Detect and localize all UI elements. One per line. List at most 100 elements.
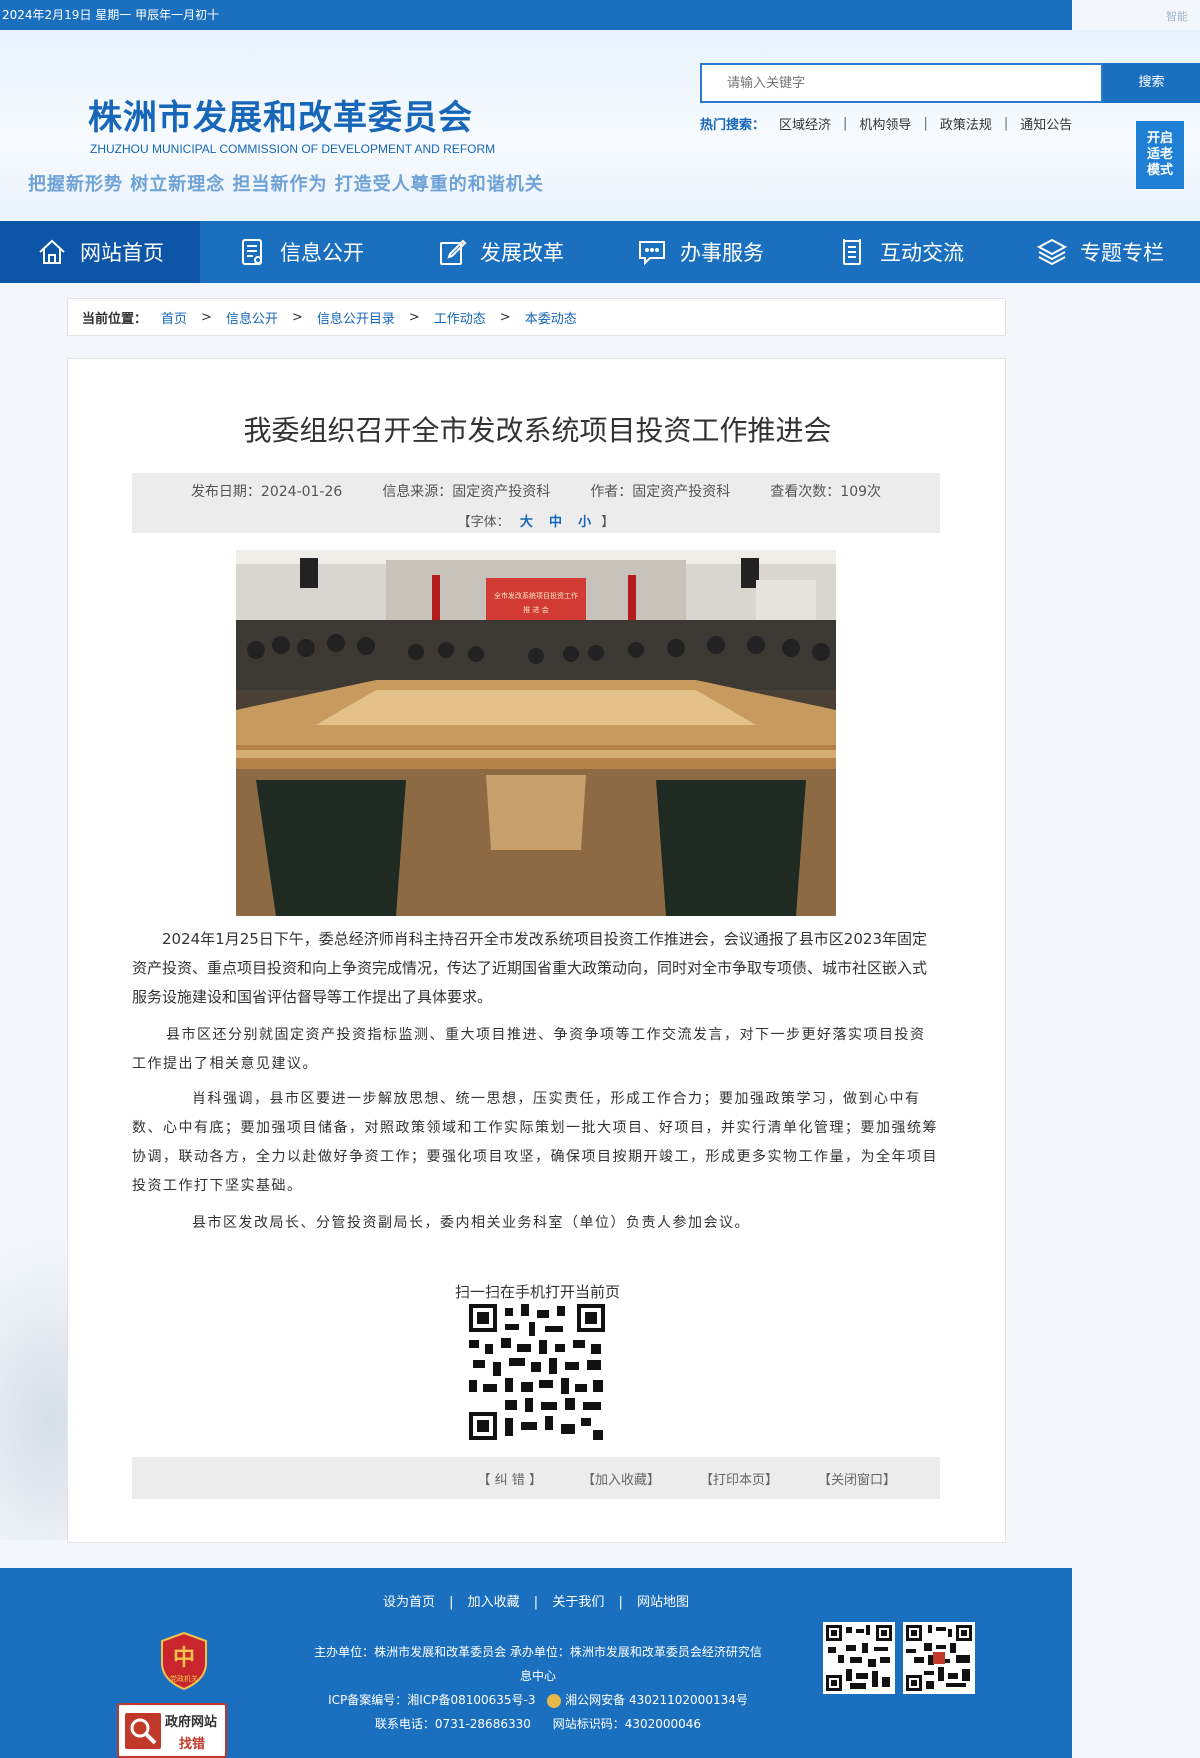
host-line: 主办单位：株洲市发展和改革委员会 承办单位：株洲市发展和改革委员会经济研究信息中… xyxy=(314,1645,762,1683)
font-size-small[interactable]: 小 xyxy=(578,515,591,530)
nav-label: 专题专栏 xyxy=(1080,241,1164,265)
print-page-link[interactable]: 【打印本页】 xyxy=(700,1469,778,1488)
article-paragraph: 县市区还分别就固定资产投资指标监测、重大项目推进、争资争项等工作交流发言，对下一… xyxy=(132,1027,926,1072)
article-meta: 发布日期：2024-01-26 信息来源：固定资产投资科 作者：固定资产投资科 … xyxy=(132,473,940,533)
close-window-link[interactable]: 【关闭窗口】 xyxy=(818,1469,896,1488)
phone: 联系电话：0731-28686330 xyxy=(374,1717,531,1731)
search-box xyxy=(700,63,1103,103)
separator: | xyxy=(449,1595,454,1610)
nav-label: 网站首页 xyxy=(80,241,164,265)
nav-label: 办事服务 xyxy=(680,241,764,265)
banner-line-1: 全市发改系统项目投资工作 xyxy=(494,591,578,600)
breadcrumb-label: 当前位置： xyxy=(82,311,148,327)
edit-icon xyxy=(440,239,467,265)
nav-interaction[interactable]: 互动交流 xyxy=(800,221,1000,283)
party-government-badge[interactable]: 中 党政机关 xyxy=(158,1631,210,1691)
hot-search-item[interactable]: 区域经济 xyxy=(779,114,831,133)
hot-search-label: 热门搜索： xyxy=(700,118,766,133)
article-container: 我委组织召开全市发改系统项目投资工作推进会 发布日期：2024-01-26 信息… xyxy=(67,358,1006,1543)
nav-label: 发展改革 xyxy=(480,241,564,265)
font-size-medium[interactable]: 中 xyxy=(549,515,562,530)
breadcrumb-separator: > xyxy=(499,309,511,325)
notepad-icon xyxy=(843,239,861,265)
date-text: 2024年2月19日 星期一 甲辰年一月初十 xyxy=(2,8,220,22)
magnifier-icon xyxy=(125,1713,161,1749)
nav-label: 互动交流 xyxy=(880,241,964,265)
gov-website-error-badge[interactable]: 政府网站 找错 xyxy=(117,1703,227,1758)
font-size-selector: 【字体： 大 中 小 】 xyxy=(132,511,940,530)
elder-mode-button[interactable]: 开启 适老 模式 xyxy=(1136,121,1184,189)
qr-caption: 扫一扫在手机打开当前页 xyxy=(454,1283,620,1301)
search-input[interactable] xyxy=(702,65,1101,101)
hot-search: 热门搜索： 区域经济 | 机构领导 | 政策法规 | 通知公告 xyxy=(700,114,1072,133)
hot-search-item[interactable]: 机构领导 xyxy=(859,114,911,133)
elder-mode-line: 模式 xyxy=(1146,163,1173,178)
article-paragraph: 县市区发改局长、分管投资副局长，委内相关业务科室（单位）负责人参加会议。 xyxy=(192,1215,750,1231)
report-error-link[interactable]: 【 纠 错 】 xyxy=(478,1469,542,1488)
nav-services[interactable]: 办事服务 xyxy=(600,221,800,283)
breadcrumb-item[interactable]: 工作动态 xyxy=(434,308,486,327)
nav-special-topics[interactable]: 专题专栏 xyxy=(1000,221,1200,283)
top-date-bar: 2024年2月19日 星期一 甲辰年一月初十 xyxy=(0,0,1072,30)
slogan: 把握新形势 树立新理念 担当新作为 打造受人尊重的和谐机关 xyxy=(28,174,544,195)
main-nav: 网站首页 信息公开 发展改革 办事服务 互动交流 专题专栏 xyxy=(0,221,1200,283)
site-title-en: ZHUZHOU MUNICIPAL COMMISSION OF DEVELOPM… xyxy=(90,142,496,156)
qr-code-icon xyxy=(906,1625,972,1691)
badge-text: 党政机关 xyxy=(170,1674,198,1683)
breadcrumb-separator: > xyxy=(201,309,212,325)
nav-label: 信息公开 xyxy=(280,241,364,265)
hot-search-item[interactable]: 政策法规 xyxy=(940,114,992,133)
record-line: ICP备案编号：湘ICP备08100635号-3 湘公网安备 430211020… xyxy=(310,1688,766,1712)
footer-link-add-favorite[interactable]: 加入收藏 xyxy=(468,1595,520,1610)
icp-record[interactable]: ICP备案编号：湘ICP备08100635号-3 xyxy=(328,1693,535,1707)
breadcrumb-item[interactable]: 信息公开 xyxy=(226,308,278,327)
footer-link-sitemap[interactable]: 网站地图 xyxy=(637,1595,689,1610)
svg-text:中: 中 xyxy=(173,1646,195,1671)
breadcrumb-separator: > xyxy=(408,309,420,325)
nav-development-reform[interactable]: 发展改革 xyxy=(400,221,600,283)
footer-link-about[interactable]: 关于我们 xyxy=(552,1595,604,1610)
meta-row: 发布日期：2024-01-26 信息来源：固定资产投资科 作者：固定资产投资科 … xyxy=(132,481,940,501)
article-actions: 【 纠 错 】 【加入收藏】 【打印本页】 【关闭窗口】 xyxy=(132,1457,940,1499)
footer-qr-code-1 xyxy=(823,1622,895,1694)
elder-mode-line: 适老 xyxy=(1146,147,1173,162)
meeting-photo-illustration: 全市发改系统项目投资工作 推 进 会 xyxy=(236,550,836,916)
add-favorite-link[interactable]: 【加入收藏】 xyxy=(582,1469,660,1488)
view-count: 查看次数：109次 xyxy=(770,484,882,500)
search-button[interactable]: 搜索 xyxy=(1103,63,1200,103)
footer-link-set-home[interactable]: 设为首页 xyxy=(383,1595,435,1610)
article-paragraph: 2024年1月25日下午，委总经济师肖科主持召开全市发改系统项目投资工作推进会，… xyxy=(132,930,928,1006)
font-label-close: 】 xyxy=(601,515,615,530)
breadcrumb-item[interactable]: 本委动态 xyxy=(525,308,577,327)
article-paragraph: 肖科强调，县市区要进一步解放思想、统一思想，压实责任，形成工作合力；要加强政策学… xyxy=(132,1091,938,1194)
badge-line: 找错 xyxy=(179,1737,206,1752)
info-source: 信息来源：固定资产投资科 xyxy=(382,484,551,500)
separator: | xyxy=(843,116,848,131)
home-icon xyxy=(39,239,65,264)
chat-icon xyxy=(639,241,665,266)
separator: | xyxy=(923,116,928,131)
separator: | xyxy=(618,1595,623,1610)
separator: | xyxy=(533,1595,539,1610)
breadcrumb: 当前位置： 首页 > 信息公开 > 信息公开目录 > 工作动态 > 本委动态 xyxy=(67,298,1006,336)
contact-line: 联系电话：0731-28686330 网站标识码：4302000046 xyxy=(310,1712,766,1736)
breadcrumb-item[interactable]: 首页 xyxy=(161,308,187,327)
site-code: 网站标识码：4302000046 xyxy=(552,1717,702,1731)
qr-code-icon xyxy=(469,1304,605,1440)
breadcrumb-item[interactable]: 信息公开目录 xyxy=(317,308,395,327)
font-label: 【字体： xyxy=(457,515,510,530)
nav-info-public[interactable]: 信息公开 xyxy=(200,221,400,283)
police-badge-icon xyxy=(547,1693,562,1708)
document-list-icon xyxy=(242,239,262,265)
police-record[interactable]: 湘公网安备 43021102000134号 xyxy=(565,1693,748,1707)
nav-home[interactable]: 网站首页 xyxy=(0,221,200,283)
layers-icon xyxy=(1036,238,1068,266)
font-size-large[interactable]: 大 xyxy=(520,515,533,530)
hot-search-item[interactable]: 通知公告 xyxy=(1020,114,1072,133)
party-emblem-icon: 中 党政机关 xyxy=(161,1631,207,1691)
topbar-right-text[interactable]: 智能 xyxy=(1166,8,1188,24)
site-title[interactable]: 株洲市发展和改革委员会 xyxy=(88,90,473,139)
elder-mode-line: 开启 xyxy=(1146,131,1173,146)
separator: | xyxy=(1003,116,1009,131)
site-footer: 设为首页 | 加入收藏 | 关于我们 | 网站地图 中 党政机关 政府网站 找错… xyxy=(0,1568,1072,1758)
